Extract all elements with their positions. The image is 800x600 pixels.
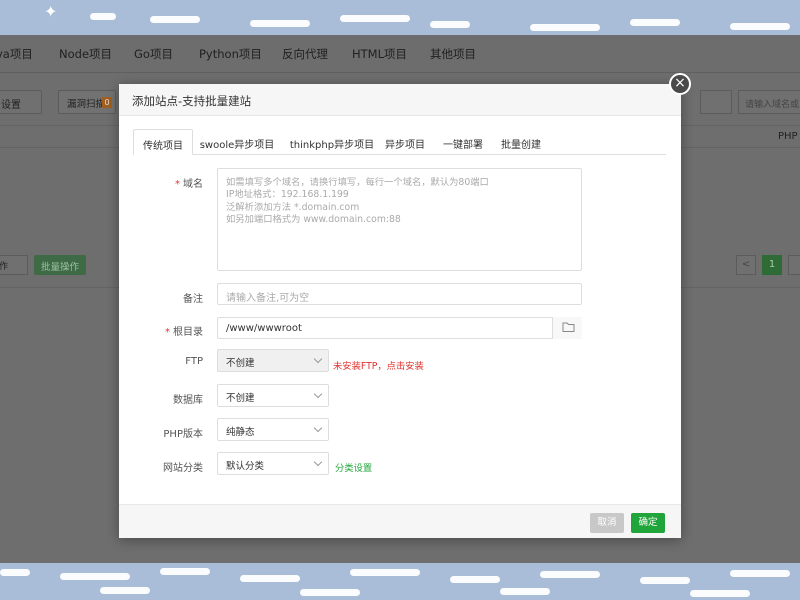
- domain-placeholder-line: 如另加端口格式为 www.domain.com:88: [226, 214, 401, 226]
- chevron-down-icon: [313, 423, 323, 433]
- vuln-scan-label: 漏洞扫描: [67, 99, 106, 110]
- database-select-value: 不创建: [226, 393, 255, 404]
- ftp-select-value: 不创建: [226, 358, 255, 369]
- tab-swoole[interactable]: swoole异步项目: [197, 129, 277, 155]
- search-placeholder: 请输入域名或: [745, 100, 800, 110]
- database-label: 数据库: [173, 395, 203, 406]
- root-dir-input[interactable]: /www/wwwroot: [217, 317, 582, 339]
- count-badge: 0: [102, 97, 112, 108]
- tab-traditional[interactable]: 传统项目: [133, 129, 193, 155]
- bulk-select[interactable]: 作: [0, 255, 28, 275]
- top-decorative-strip: ✦: [0, 0, 800, 35]
- page-next-button[interactable]: [788, 255, 800, 275]
- sparkle-icon: ✦: [44, 2, 58, 21]
- folder-picker-button[interactable]: [552, 317, 582, 339]
- settings-select[interactable]: 设置: [0, 90, 42, 114]
- filter-select[interactable]: [700, 90, 732, 114]
- site-category-select[interactable]: 默认分类: [217, 452, 329, 475]
- remark-input[interactable]: 请输入备注,可为空: [217, 283, 582, 305]
- bulk-select-text: 作: [0, 262, 9, 272]
- install-ftp-link[interactable]: 未安装FTP，点击安装: [333, 358, 424, 372]
- database-select[interactable]: 不创建: [217, 384, 329, 407]
- root-dir-label: * 根目录: [123, 323, 203, 338]
- chevron-down-icon: [313, 354, 323, 364]
- tab-one-click-deploy[interactable]: 一键部署: [441, 129, 485, 155]
- cancel-button[interactable]: 取消: [590, 513, 624, 533]
- chevron-down-icon: [313, 389, 323, 399]
- ftp-select[interactable]: 不创建: [217, 349, 329, 372]
- category-settings-link[interactable]: 分类设置: [335, 460, 372, 474]
- php-version-label: PHP版本: [163, 429, 203, 440]
- domain-label-text: 域名: [183, 179, 203, 190]
- tab-async[interactable]: 异步项目: [383, 129, 427, 155]
- search-input[interactable]: 请输入域名或: [738, 90, 800, 114]
- nav-tab[interactable]: Go项目: [134, 46, 173, 62]
- column-header-php: PHP: [778, 131, 798, 142]
- php-version-select[interactable]: 纯静态: [217, 418, 329, 441]
- confirm-button[interactable]: 确定: [631, 513, 665, 533]
- tab-batch-create[interactable]: 批量创建: [499, 129, 543, 155]
- nav-tab[interactable]: HTML项目: [352, 46, 407, 62]
- project-type-tabs: 传统项目 swoole异步项目 thinkphp异步项目 异步项目 一键部署 批…: [133, 129, 666, 155]
- php-version-select-value: 纯静态: [226, 427, 255, 438]
- dialog-header: 添加站点-支持批量建站: [119, 84, 681, 116]
- project-nav: va项目 Node项目 Go项目 Python项目 反向代理 HTML项目 其他…: [0, 35, 800, 73]
- settings-select-text: 设置: [1, 100, 21, 111]
- domain-label: * 域名: [123, 175, 203, 190]
- page-prev-button[interactable]: <: [736, 255, 756, 275]
- vuln-scan-button[interactable]: 漏洞扫描 0: [58, 90, 116, 114]
- nav-tab[interactable]: Python项目: [199, 46, 262, 62]
- required-mark: *: [165, 327, 170, 338]
- dialog-footer: 取消 确定: [119, 504, 681, 538]
- chevron-down-icon: [313, 457, 323, 467]
- domain-placeholder-line: IP地址格式：192.168.1.199: [226, 189, 349, 201]
- add-site-dialog: 添加站点-支持批量建站 传统项目 swoole异步项目 thinkphp异步项目…: [119, 84, 681, 538]
- root-dir-label-text: 根目录: [173, 327, 203, 338]
- domain-textarea[interactable]: 如需填写多个域名，请换行填写，每行一个域名，默认为80端口 IP地址格式：192…: [217, 168, 582, 271]
- nav-tab[interactable]: va项目: [0, 46, 33, 62]
- domain-placeholder-line: 泛解析添加方法 *.domain.com: [226, 201, 360, 213]
- page-current[interactable]: 1: [762, 255, 782, 275]
- domain-placeholder-line: 如需填写多个域名，请换行填写，每行一个域名，默认为80端口: [226, 177, 489, 188]
- bulk-action-button[interactable]: 批量操作: [34, 255, 86, 275]
- folder-icon: [562, 322, 575, 332]
- site-category-select-value: 默认分类: [226, 461, 265, 472]
- tab-thinkphp[interactable]: thinkphp异步项目: [287, 129, 377, 155]
- site-category-label: 网站分类: [163, 463, 203, 474]
- nav-tab[interactable]: Node项目: [59, 46, 112, 62]
- close-icon[interactable]: ×: [669, 73, 691, 95]
- bottom-decorative-strip: [0, 563, 800, 600]
- ftp-label: FTP: [185, 356, 203, 367]
- nav-tab[interactable]: 其他项目: [430, 46, 476, 62]
- dialog-title: 添加站点-支持批量建站: [132, 94, 252, 108]
- required-mark: *: [175, 179, 180, 190]
- nav-tab[interactable]: 反向代理: [282, 46, 328, 62]
- remark-label: 备注: [183, 294, 203, 305]
